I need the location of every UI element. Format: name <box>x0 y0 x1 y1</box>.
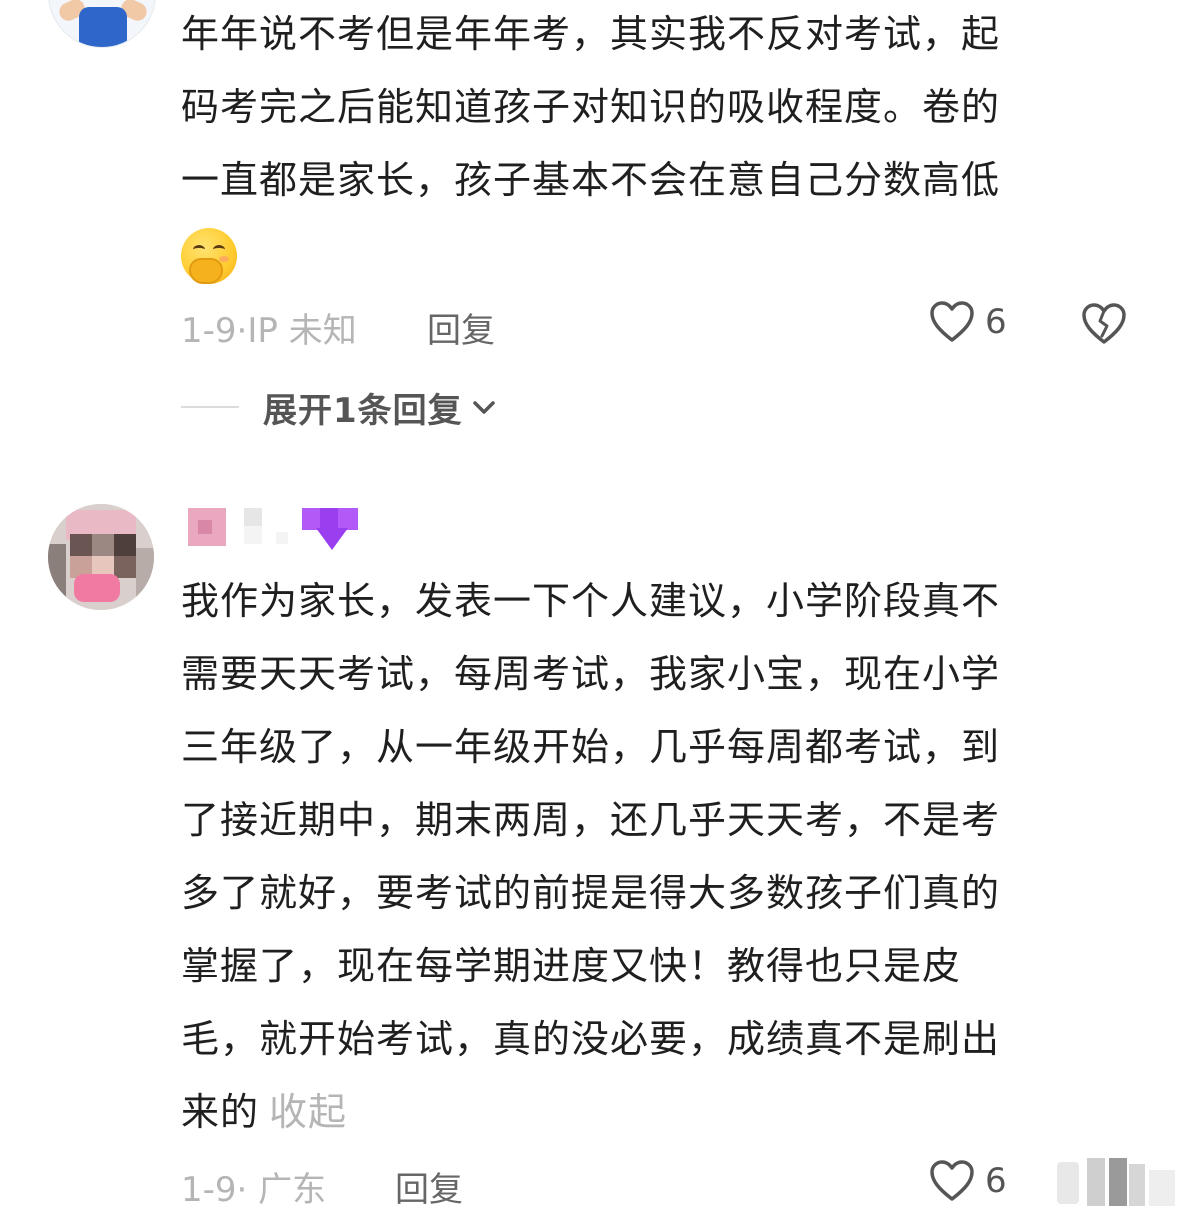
like-count: 6 <box>985 1161 1007 1201</box>
collapse-button[interactable]: 收起 <box>269 1090 347 1134</box>
ip-location: IP 未知 <box>247 311 357 351</box>
chevron-down-icon <box>472 401 495 414</box>
like-button[interactable]: 6 <box>929 1159 1007 1203</box>
comment-line: 了接近期中，期末两周，还几乎天天考，不是考 <box>181 798 1001 842</box>
commenter-avatar[interactable] <box>48 504 154 610</box>
shy-hand-over-mouth-emoji <box>181 227 237 284</box>
comment-line: 需要天天考试，每周考试，我家小宝，现在小学 <box>181 652 1001 696</box>
watermark <box>1029 1154 1179 1214</box>
heart-icon <box>930 1160 974 1201</box>
reply-button[interactable]: 回复 <box>427 303 495 352</box>
comment-meta: 1-9·IP 未知 <box>181 311 357 351</box>
comment-line: 我作为家长，发表一下个人建议，小学阶段真不 <box>181 579 1001 623</box>
comment-body: 年年说不考但是年年考，其实我不反对考试，起 码考完之后能知道孩子对知识的吸收程度… <box>181 0 1111 290</box>
comment-meta: 1-9· 广东 <box>181 1170 327 1210</box>
like-button[interactable]: 6 <box>929 300 1007 344</box>
comment-line: 三年级了，从一年级开始，几乎每周都考试，到 <box>181 725 1001 769</box>
comment-body: 我作为家长，发表一下个人建议，小学阶段真不 需要天天考试，每周考试，我家小宝，现… <box>181 565 1111 1149</box>
comment-date: 1-9 <box>181 311 237 351</box>
expand-replies[interactable]: 展开1条回复 <box>181 385 497 431</box>
like-count: 6 <box>985 302 1007 342</box>
dislike-button[interactable] <box>1081 302 1127 350</box>
comment-line: 年年说不考但是年年考，其实我不反对考试，起 <box>181 12 1001 56</box>
reply-button[interactable]: 回复 <box>395 1162 463 1211</box>
comment-line: 码考完之后能知道孩子对知识的吸收程度。卷的 <box>181 85 1001 129</box>
comment-line: 来的 <box>181 1090 260 1134</box>
comment-line: 掌握了，现在每学期进度又快！教得也只是皮 <box>181 944 962 988</box>
broken-heart-icon <box>1082 303 1126 344</box>
comment-line: 多了就好，要考试的前提是得大多数孩子们真的 <box>181 871 1001 915</box>
heart-icon <box>930 301 974 342</box>
comment-line: 一直都是家长，孩子基本不会在意自己分数高低 <box>181 158 1001 202</box>
divider <box>181 406 239 408</box>
comment-date: 1-9 <box>181 1170 237 1210</box>
comment-line: 毛，就开始考试，真的没必要，成绩真不是刷出 <box>181 1017 1001 1061</box>
ip-location: 广东 <box>258 1170 327 1210</box>
commenter-avatar[interactable] <box>48 0 156 48</box>
expand-replies-label: 展开1条回复 <box>263 390 463 431</box>
